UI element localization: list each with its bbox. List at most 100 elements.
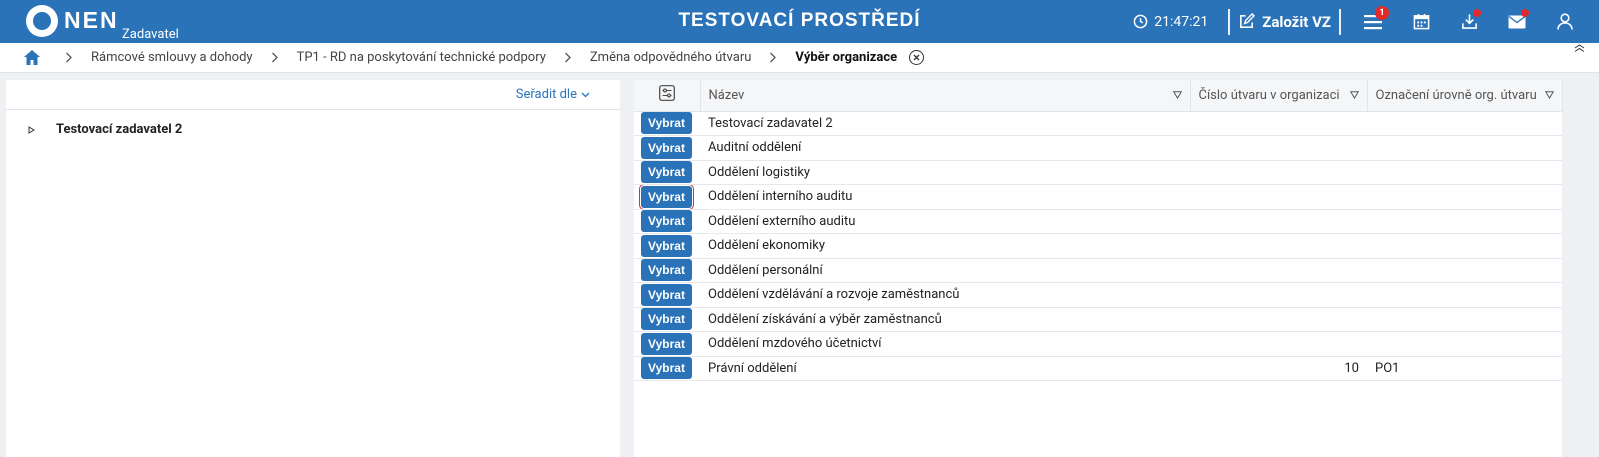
home-button[interactable] (17, 49, 47, 66)
select-button[interactable]: Vybrat (641, 259, 692, 282)
cell-unit-number (1190, 233, 1367, 259)
cell-unit-level (1367, 282, 1562, 308)
filter-icon[interactable] (1172, 91, 1182, 99)
cell-unit-number (1190, 331, 1367, 357)
select-button[interactable]: Vybrat (641, 136, 692, 159)
table-row: Vybrat Oddělení získávání a výběr zaměst… (634, 307, 1562, 332)
messages-button[interactable] (1493, 0, 1541, 43)
messages-badge (1521, 9, 1529, 17)
cell-unit-number (1190, 111, 1367, 136)
table-row: Vybrat Testovací zadavatel 2 (634, 111, 1562, 136)
divider (1228, 8, 1231, 35)
nen-logo[interactable]: NEN Zadavatel (26, 5, 179, 42)
select-cell: Vybrat (634, 135, 700, 161)
column-header-name[interactable]: Název (700, 80, 1191, 112)
create-tender-button[interactable]: Založit VZ (1238, 13, 1331, 31)
column-header-unit-level[interactable]: Označení úrovně org. útvaru (1367, 80, 1563, 112)
table-row: Vybrat Právní oddělení 10 PO1 (634, 356, 1562, 381)
clock-icon (1133, 14, 1148, 29)
select-button[interactable]: Vybrat (641, 332, 692, 355)
breadcrumb: Rámcové smlouvy a dohody TP1 - RD na pos… (0, 43, 1599, 73)
cell-name: Oddělení mzdového účetnictví (700, 331, 1190, 357)
cell-unit-number (1190, 282, 1367, 308)
tree-node-root[interactable]: Testovací zadavatel 2 (28, 122, 182, 137)
sort-by-button[interactable]: Seřadit dle (516, 87, 590, 102)
cell-unit-level (1367, 135, 1562, 161)
org-table: Název Číslo útvaru v organizaci Označení… (634, 80, 1563, 381)
cell-unit-level (1367, 258, 1562, 283)
select-button[interactable]: Vybrat (641, 112, 692, 135)
downloads-badge (1473, 9, 1481, 17)
select-button[interactable]: Vybrat (641, 161, 692, 184)
table-row: Vybrat Oddělení ekonomiky (634, 233, 1562, 259)
sort-by-label: Seřadit dle (515, 87, 577, 102)
top-bar: NEN Zadavatel TESTOVACÍ PROSTŘEDÍ 21:47:… (0, 0, 1599, 43)
cell-unit-number: 10 (1190, 356, 1367, 381)
table-row: Vybrat Oddělení vzdělávání a rozvoje zam… (634, 282, 1562, 308)
downloads-button[interactable] (1445, 0, 1493, 43)
cell-name: Oddělení ekonomiky (700, 233, 1190, 259)
session-clock: 21:47:21 (1133, 14, 1208, 30)
cell-unit-level: PO1 (1367, 356, 1562, 381)
select-button[interactable]: Vybrat (641, 283, 692, 306)
breadcrumb-item[interactable]: Rámcové smlouvy a dohody (91, 50, 253, 65)
cell-unit-number (1190, 160, 1367, 185)
breadcrumb-current: Výběr organizace (795, 50, 898, 65)
chevron-right-icon (546, 52, 590, 63)
table-row: Vybrat Oddělení interního auditu (634, 184, 1562, 210)
column-settings-button[interactable] (634, 80, 701, 112)
expand-triangle-icon[interactable] (28, 125, 38, 134)
select-cell: Vybrat (634, 307, 700, 332)
table-row: Vybrat Oddělení personální (634, 258, 1562, 283)
divider (1339, 8, 1341, 35)
column-header-unit-number[interactable]: Číslo útvaru v organizaci (1190, 80, 1368, 112)
org-table-panel: Název Číslo útvaru v organizaci Označení… (634, 80, 1563, 457)
logo-subtitle: Zadavatel (122, 27, 179, 42)
cell-name: Oddělení získávání a výběr zaměstnanců (700, 307, 1190, 332)
cell-name: Oddělení externího auditu (700, 209, 1190, 234)
calendar-button[interactable] (1397, 0, 1445, 43)
select-cell: Vybrat (634, 258, 700, 283)
chevron-up-icon (1574, 44, 1585, 52)
cell-name: Oddělení personální (700, 258, 1190, 283)
breadcrumb-item[interactable]: TP1 - RD na poskytování technické podpor… (297, 50, 546, 65)
select-cell: Vybrat (634, 331, 700, 357)
cell-name: Oddělení interního auditu (700, 184, 1190, 210)
filter-icon[interactable] (1349, 91, 1359, 99)
tree-toolbar: Seřadit dle (6, 80, 620, 110)
cell-name: Oddělení logistiky (700, 160, 1190, 185)
cell-name: Oddělení vzdělávání a rozvoje zaměstnanc… (700, 282, 1190, 308)
select-cell: Vybrat (634, 184, 700, 210)
cell-unit-number (1190, 258, 1367, 283)
tree-node-label: Testovací zadavatel 2 (56, 122, 183, 137)
table-row: Vybrat Oddělení externího auditu (634, 209, 1562, 234)
filter-icon[interactable] (1544, 91, 1554, 99)
cell-unit-level (1367, 160, 1562, 185)
column-label: Číslo útvaru v organizaci (1198, 87, 1340, 103)
create-tender-label: Založit VZ (1262, 12, 1331, 31)
home-icon (24, 50, 40, 65)
chevron-right-icon (253, 52, 297, 63)
select-button[interactable]: Vybrat (641, 234, 692, 257)
close-page-button[interactable] (909, 50, 925, 65)
select-cell: Vybrat (634, 356, 700, 381)
cell-unit-number (1190, 307, 1367, 332)
clock-time: 21:47:21 (1154, 13, 1209, 30)
close-icon (913, 54, 920, 61)
column-label: Název (708, 87, 745, 103)
cell-unit-level (1367, 209, 1562, 234)
select-cell: Vybrat (634, 282, 700, 308)
org-tree-panel: Seřadit dle Testovací zadavatel 2 (6, 80, 620, 457)
select-button[interactable]: Vybrat (641, 308, 692, 331)
breadcrumb-item[interactable]: Změna odpovědného útvaru (590, 50, 752, 65)
select-button[interactable]: Vybrat (641, 210, 692, 233)
collapse-header-button[interactable] (1574, 44, 1585, 52)
user-icon (1557, 13, 1573, 30)
cell-unit-level (1367, 307, 1562, 332)
table-header-row: Název Číslo útvaru v organizaci Označení… (634, 80, 1563, 112)
select-button[interactable]: Vybrat (641, 357, 692, 380)
menu-button[interactable]: 1 (1349, 0, 1397, 43)
select-cell: Vybrat (634, 209, 700, 234)
select-button[interactable]: Vybrat (639, 184, 694, 209)
user-profile-button[interactable] (1541, 0, 1589, 43)
